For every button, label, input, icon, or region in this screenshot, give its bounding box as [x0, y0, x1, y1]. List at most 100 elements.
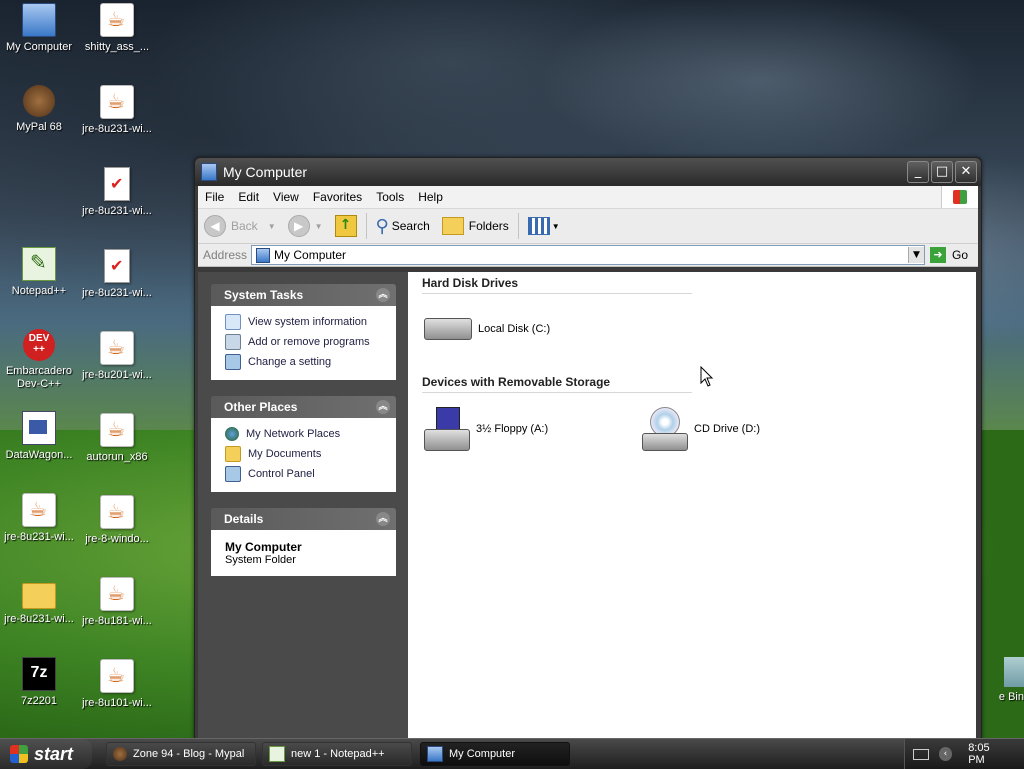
removable-storage-header: Devices with Removable Storage: [422, 375, 692, 393]
details-name: My Computer: [225, 540, 302, 554]
forward-button[interactable]: ▶ ▼: [282, 215, 329, 237]
other-places-header[interactable]: Other Places ︽: [211, 396, 396, 418]
menu-file[interactable]: File: [198, 190, 231, 204]
my-computer-window: My Computer _ □ ✕ File Edit View Favorit…: [194, 157, 982, 744]
desktop-icon-7z[interactable]: 7z 7z2201: [0, 657, 78, 708]
windows-logo-icon: [10, 745, 28, 763]
start-button[interactable]: start: [0, 739, 92, 769]
menu-help[interactable]: Help: [411, 190, 450, 204]
control-panel-link[interactable]: Control Panel: [225, 464, 386, 484]
collapse-icon[interactable]: ︽: [376, 400, 390, 414]
notepadpp-icon: [22, 247, 56, 281]
java-icon: [100, 659, 134, 693]
menu-bar: File Edit View Favorites Tools Help: [198, 186, 978, 209]
desktop-icon-devcpp[interactable]: DEV ++ Embarcadero Dev-C++: [0, 329, 78, 391]
folders-button[interactable]: Folders: [436, 217, 515, 235]
show-hidden-icons-icon[interactable]: ‹: [938, 747, 953, 761]
document-icon: [104, 249, 130, 283]
change-setting-link[interactable]: Change a setting: [225, 352, 386, 372]
desktop-icon-jre-8u101[interactable]: jre-8u101-wi...: [78, 659, 156, 710]
back-button[interactable]: ◀ Back ▼: [198, 215, 282, 237]
menu-edit[interactable]: Edit: [231, 190, 266, 204]
add-remove-programs-link[interactable]: Add or remove programs: [225, 332, 386, 352]
desktop-icon-jre-folder[interactable]: jre-8u231-wi...: [0, 575, 78, 626]
floppy-drive-a[interactable]: 3½ Floppy (A:): [424, 407, 548, 451]
7zip-icon: 7z: [22, 657, 56, 691]
task-pane: System Tasks ︽ View system information A…: [198, 272, 408, 739]
other-places-panel: Other Places ︽ My Network Places My Docu…: [211, 396, 396, 492]
system-tasks-header[interactable]: System Tasks ︽: [211, 284, 396, 306]
desktop-icon-jre-2[interactable]: jre-8u231-wi...: [78, 85, 156, 136]
desktop-icon-jre-8u181[interactable]: jre-8u181-wi...: [78, 577, 156, 628]
go-button[interactable]: ➜ Go: [925, 247, 978, 263]
views-button[interactable]: ▼: [522, 217, 566, 235]
my-documents-link[interactable]: My Documents: [225, 444, 386, 464]
devcpp-icon: DEV ++: [23, 329, 55, 361]
minimize-button[interactable]: _: [907, 161, 929, 183]
java-icon: [100, 495, 134, 529]
folder-icon: [22, 583, 56, 609]
java-icon: [22, 493, 56, 527]
details-panel: Details ︽ My Computer System Folder: [211, 508, 396, 576]
forward-arrow-icon: ▶: [287, 215, 310, 237]
taskbar-item-mypal[interactable]: Zone 94 - Blog - Mypal: [106, 742, 256, 766]
mypal-icon: [113, 747, 127, 761]
menu-favorites[interactable]: Favorites: [306, 190, 369, 204]
my-computer-icon: [22, 3, 56, 37]
local-disk-c[interactable]: Local Disk (C:): [424, 318, 550, 340]
menu-view[interactable]: View: [266, 190, 306, 204]
address-bar: Address My Computer ▼ ➜ Go: [198, 244, 978, 267]
desktop-icon-notepadpp[interactable]: Notepad++: [0, 247, 78, 298]
toolbar: ◀ Back ▼ ▶ ▼ ↑ ⚲ Search Folders ▼: [198, 209, 978, 244]
back-dropdown-icon[interactable]: ▼: [268, 222, 276, 231]
views-icon: [527, 217, 550, 235]
toolbar-separator: [517, 213, 519, 239]
keyboard-icon[interactable]: [913, 748, 929, 760]
desktop-icon-shitty-ass[interactable]: shitty_ass_...: [78, 3, 156, 54]
desktop-icon-jre-1[interactable]: jre-8u231-wi...: [0, 493, 78, 544]
document-icon: [104, 167, 130, 201]
desktop-icon-jre-doc-1[interactable]: jre-8u231-wi...: [78, 167, 156, 218]
desktop-icon-my-computer[interactable]: My Computer: [0, 3, 78, 54]
my-computer-icon: [201, 163, 217, 181]
java-icon: [100, 577, 134, 611]
hard-disk-drives-header: Hard Disk Drives: [422, 276, 692, 294]
desktop-icon-jre-8-windows[interactable]: jre-8-windo...: [78, 495, 156, 546]
forward-dropdown-icon[interactable]: ▼: [315, 222, 323, 231]
window-title: My Computer: [223, 164, 308, 180]
control-panel-icon: [225, 354, 241, 370]
view-system-info-link[interactable]: View system information: [225, 312, 386, 332]
desktop-icon-datawagon[interactable]: DataWagon...: [0, 411, 78, 462]
details-header[interactable]: Details ︽: [211, 508, 396, 530]
my-network-places-link[interactable]: My Network Places: [225, 424, 386, 444]
title-bar[interactable]: My Computer _ □ ✕: [195, 158, 981, 186]
desktop-icon-mypal[interactable]: MyPal 68: [0, 85, 78, 134]
taskbar-item-notepadpp[interactable]: new 1 - Notepad++: [262, 742, 412, 766]
folder-up-icon: ↑: [334, 215, 357, 237]
desktop-icon-autorun[interactable]: autorun_x86: [78, 413, 156, 464]
collapse-icon[interactable]: ︽: [376, 512, 390, 526]
recycle-bin-icon: [1004, 657, 1024, 687]
desktop-icon-jre-doc-2[interactable]: jre-8u231-wi...: [78, 249, 156, 300]
notepadpp-icon: [269, 746, 285, 762]
system-info-icon: [225, 314, 241, 330]
clock[interactable]: 8:05 PM: [968, 742, 1008, 766]
address-input[interactable]: My Computer ▼: [251, 245, 925, 265]
collapse-icon[interactable]: ︽: [376, 288, 390, 302]
java-icon: [100, 331, 134, 365]
taskbar-item-my-computer[interactable]: My Computer: [420, 742, 570, 766]
my-computer-icon: [256, 247, 271, 263]
desktop-icon-jre-8u201[interactable]: jre-8u201-wi...: [78, 331, 156, 382]
close-button[interactable]: ✕: [955, 161, 977, 183]
menu-tools[interactable]: Tools: [369, 190, 411, 204]
search-icon: ⚲: [375, 215, 389, 237]
cd-drive-d[interactable]: CD Drive (D:): [642, 407, 760, 451]
java-icon: [100, 85, 134, 119]
up-button[interactable]: ↑: [329, 215, 363, 237]
search-button[interactable]: ⚲ Search: [370, 216, 436, 237]
address-dropdown-icon[interactable]: ▼: [907, 247, 924, 263]
folders-icon: [441, 217, 464, 235]
cd-drive-icon: [642, 407, 688, 451]
back-arrow-icon: ◀: [204, 215, 226, 237]
maximize-button[interactable]: □: [931, 161, 953, 183]
